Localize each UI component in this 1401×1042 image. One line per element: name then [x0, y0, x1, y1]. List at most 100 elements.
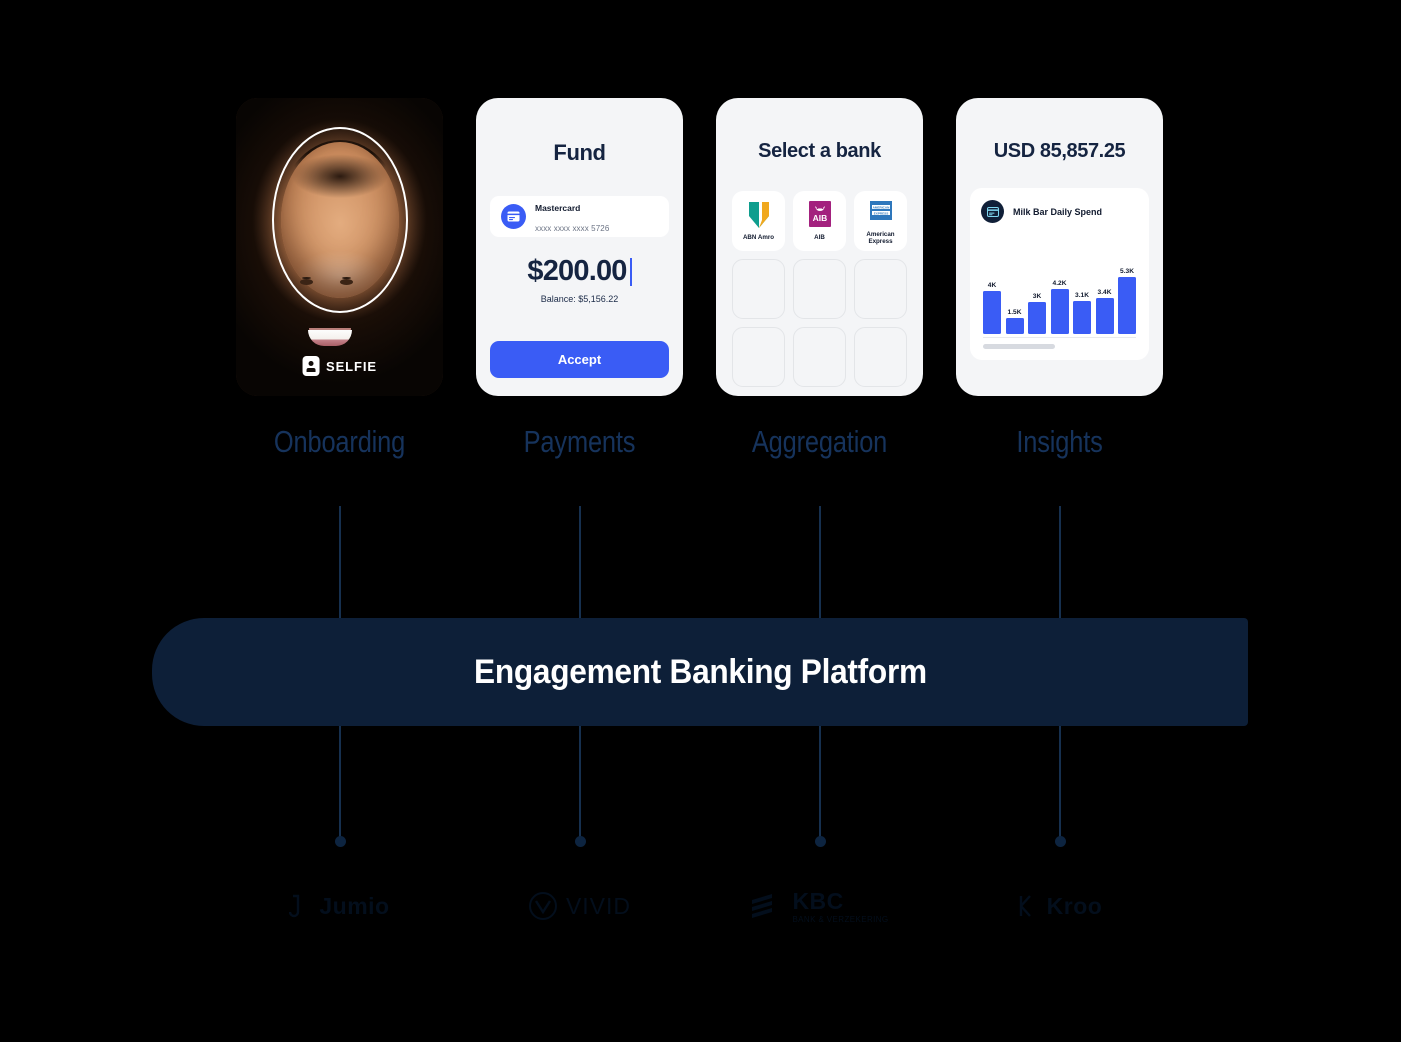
partner-logo-label: Jumio — [319, 892, 390, 919]
bank-option-aib[interactable]: AIB AIB — [793, 191, 846, 251]
bank-name-label: AIB — [814, 234, 825, 242]
bank-slot-empty[interactable] — [793, 327, 846, 387]
svg-text:EXPRESS: EXPRESS — [873, 211, 888, 215]
connector-dot-4 — [1055, 836, 1066, 847]
partner-logos-row: Jumio VIVID KBC BANK & VERZEKERING Kroo — [0, 875, 1401, 937]
connector-down-1 — [339, 726, 341, 838]
chart-bar-group: 3K — [1028, 256, 1046, 334]
chart-bar-label: 3.4K — [1097, 289, 1112, 296]
connector-down-4 — [1059, 726, 1061, 838]
bank-name-label: ABN Amro — [742, 234, 775, 242]
connector-dot-3 — [815, 836, 826, 847]
connector-dot-2 — [575, 836, 586, 847]
jumio-mark-icon — [289, 894, 300, 918]
bank-option-abn-amro[interactable]: ABN Amro — [732, 191, 785, 251]
connector-up-aggregation — [819, 506, 821, 618]
diagram-canvas: SELFIE Fund Mastercard xxxx xxxx xxxx 57… — [0, 0, 1401, 1042]
payments-card-title: Fund — [553, 140, 606, 165]
amount-display[interactable]: $200.00 — [476, 255, 683, 288]
chart-bar-label: 4.2K — [1052, 280, 1067, 287]
card-payments[interactable]: Fund Mastercard xxxx xxxx xxxx 5726 $200… — [476, 98, 683, 396]
chart-bar-group: 4K — [983, 256, 1001, 334]
partner-logo-kbc: KBC BANK & VERZEKERING — [716, 875, 923, 937]
stage-label-onboarding: Onboarding — [273, 424, 406, 459]
connector-up-onboarding — [339, 506, 341, 618]
chart-bar-label: 1.5K — [1007, 309, 1022, 316]
chart-scrollbar[interactable] — [983, 344, 1055, 349]
chart-bar — [1073, 301, 1091, 334]
stage-label-insights: Insights — [1016, 424, 1103, 459]
bank-slot-empty[interactable] — [854, 327, 907, 387]
mouth-shape — [308, 330, 352, 346]
chart-bar — [1095, 298, 1114, 334]
accept-button[interactable]: Accept — [490, 341, 669, 378]
payment-method-name: Mastercard — [535, 202, 581, 213]
card-onboarding[interactable]: SELFIE — [236, 98, 443, 396]
stage-label-payments: Payments — [523, 424, 636, 459]
payment-method-number: xxxx xxxx xxxx 5726 — [535, 223, 610, 233]
selfie-badge: SELFIE — [302, 356, 377, 376]
partner-logo-kroo: Kroo — [956, 875, 1163, 937]
insights-panel-title: Milk Bar Daily Spend — [1013, 206, 1103, 217]
card-statement-icon — [981, 200, 1004, 223]
bank-grid: ABN Amro AIB AIB AMERICAN EXPRESS Americ… — [732, 191, 907, 387]
chart-bar-group: 3.1K — [1073, 256, 1091, 334]
payment-method-row[interactable]: Mastercard xxxx xxxx xxxx 5726 — [490, 196, 669, 237]
abn-amro-logo — [748, 202, 769, 229]
chart-bar — [1028, 302, 1046, 334]
insights-panel-header: Milk Bar Daily Spend — [981, 200, 1138, 223]
amount-value: $200.00 — [527, 255, 627, 287]
selfie-badge-label: SELFIE — [326, 358, 377, 374]
bank-name-label: American Express — [866, 230, 895, 245]
partner-logo-sublabel: BANK & VERZEKERING — [792, 914, 889, 924]
partner-logo-label: VIVID — [565, 892, 632, 919]
svg-text:AMERICAN: AMERICAN — [872, 205, 889, 209]
aib-logo: AIB — [808, 201, 831, 228]
bank-slot-empty[interactable] — [854, 259, 907, 319]
kroo-mark-icon — [1019, 895, 1031, 917]
chart-bar — [1118, 277, 1136, 334]
connector-down-3 — [819, 726, 821, 838]
chart-bar — [983, 291, 1001, 334]
chart-bar-label: 3K — [1032, 293, 1042, 300]
connector-up-insights — [1059, 506, 1061, 618]
bank-slot-empty[interactable] — [732, 327, 785, 387]
chart-bar — [1050, 289, 1069, 334]
chart-bar-group: 5.3K — [1118, 256, 1136, 334]
stage-labels-row: Onboarding Payments Aggregation Insights — [0, 424, 1401, 474]
selfie-photo — [236, 98, 443, 396]
chart-baseline — [983, 337, 1136, 338]
vivid-mark-icon — [528, 892, 557, 920]
partner-logo-label: KBC — [792, 888, 844, 915]
bank-slot-empty[interactable] — [732, 259, 785, 319]
partner-logo-label: Kroo — [1046, 892, 1103, 919]
credit-card-icon — [501, 204, 526, 229]
bank-option-american-express[interactable]: AMERICAN EXPRESS American Express — [854, 191, 907, 251]
spend-bar-chart: 4K 1.5K 3K 4.2K 3.1K 3.4K 5.3K — [983, 256, 1136, 334]
kbc-mark-icon — [752, 894, 773, 918]
chart-bar-group: 1.5K — [1005, 256, 1024, 334]
amex-logo: AMERICAN EXPRESS — [869, 200, 892, 220]
svg-text:AIB: AIB — [812, 213, 827, 223]
insights-panel: Milk Bar Daily Spend 4K 1.5K 3K 4.2K 3.1K 3.4… — [970, 188, 1149, 360]
chart-bar-label: 5.3K — [1120, 268, 1134, 275]
text-caret — [629, 257, 632, 286]
card-aggregation[interactable]: Select a bank ABN Amro AIB AIB AMERICAN … — [716, 98, 923, 396]
balance-label: Balance: $5,156.22 — [540, 294, 619, 304]
connector-down-2 — [579, 726, 581, 838]
card-insights[interactable]: USD 85,857.25 Milk Bar Daily Spend 4K 1.5… — [956, 98, 1163, 396]
stage-cards-row: SELFIE Fund Mastercard xxxx xxxx xxxx 57… — [0, 98, 1401, 398]
insights-card-title: USD 85,857.25 — [993, 140, 1126, 162]
stage-label-aggregation: Aggregation — [751, 424, 888, 459]
connector-up-payments — [579, 506, 581, 618]
partner-logo-jumio: Jumio — [236, 875, 443, 937]
chart-bar-label: 3.1K — [1075, 292, 1089, 299]
chart-bar-label: 4K — [987, 282, 997, 289]
chart-bar — [1005, 318, 1024, 334]
connector-dot-1 — [335, 836, 346, 847]
partner-logo-vivid: VIVID — [476, 875, 683, 937]
chart-bar-group: 3.4K — [1095, 256, 1114, 334]
bank-slot-empty[interactable] — [793, 259, 846, 319]
id-card-icon — [302, 356, 320, 376]
face-detection-oval-icon — [271, 127, 408, 314]
